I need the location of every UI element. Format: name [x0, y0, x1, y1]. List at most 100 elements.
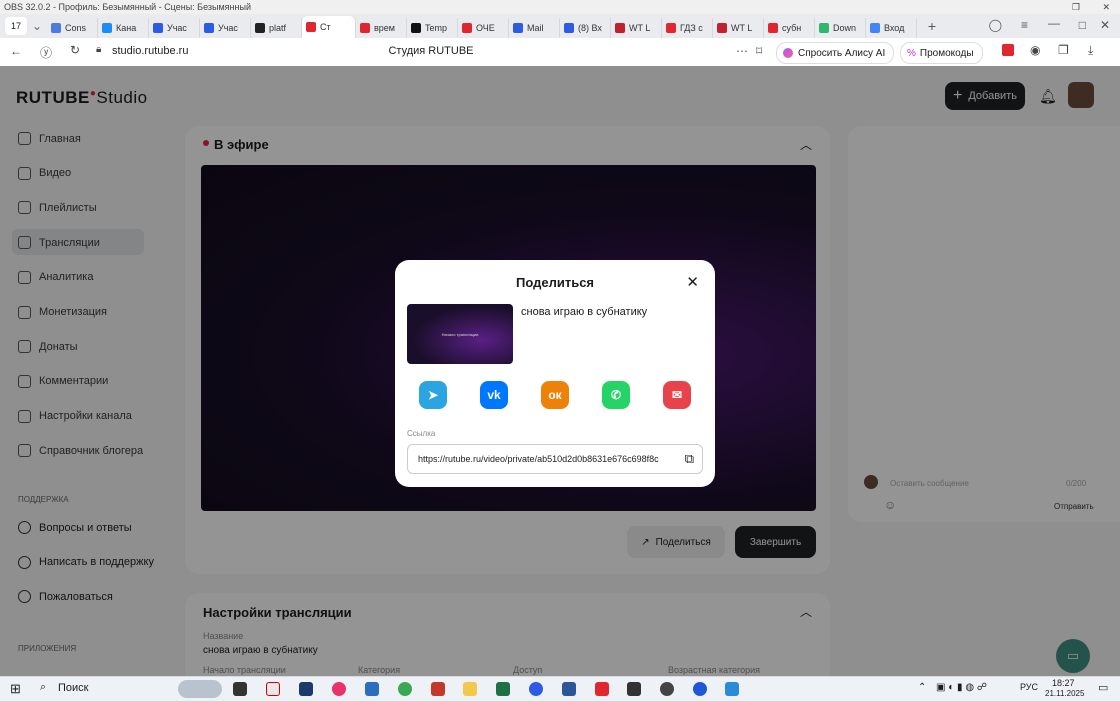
sidebar-item-9[interactable]: Справочник блогера — [18, 444, 144, 458]
clock-date[interactable]: 21.11.2025 — [1045, 689, 1084, 698]
close-modal-icon[interactable]: ✕ — [686, 273, 699, 291]
tab-8[interactable]: ОЧЕ — [458, 18, 509, 38]
sidebar-icon — [18, 270, 31, 284]
tab-label: субн — [782, 23, 802, 33]
new-tab-button[interactable]: + — [923, 17, 941, 35]
chrome-icon[interactable] — [398, 682, 412, 696]
yandex-icon[interactable] — [595, 682, 609, 696]
menu-icon[interactable]: ≡ — [1021, 18, 1028, 32]
link-value: https://rutube.ru/video/private/ab510d2d… — [418, 454, 659, 464]
taskbar-search[interactable]: Поиск — [58, 682, 88, 694]
tab-3[interactable]: Учас — [200, 18, 251, 38]
extension-icon[interactable] — [1002, 44, 1014, 56]
tab-counter[interactable]: 17 — [5, 17, 27, 35]
tab-strip: 17 ⌄ Cons Кана Учас Учас platf Ст врем Temp ОЧЕ M… — [0, 14, 1120, 38]
bookmark-icon[interactable]: ⌑ — [756, 44, 762, 58]
tab-12[interactable]: ГДЗ с — [662, 18, 713, 38]
tab-label: Down — [833, 23, 857, 33]
app-icon-3[interactable] — [365, 682, 379, 696]
sidebar-item-5[interactable]: Монетизация — [18, 305, 107, 319]
tab-label: Temp — [425, 23, 448, 33]
sidebar-item-0[interactable]: Главная — [18, 132, 81, 145]
sidebar-item-4[interactable]: Аналитика — [18, 270, 93, 284]
tab-7[interactable]: Temp — [407, 18, 458, 38]
app-icon-5[interactable] — [725, 682, 739, 696]
explorer-icon[interactable] — [463, 682, 477, 696]
tab-1[interactable]: Кана — [98, 18, 149, 38]
search-icon[interactable]: ⌕ — [40, 681, 46, 694]
tab-label: WT L — [629, 23, 651, 33]
word-icon[interactable] — [562, 682, 576, 696]
ask-alice-button[interactable]: Спросить Алису AI — [776, 42, 895, 64]
excel-icon[interactable] — [496, 682, 510, 696]
tab-label: Ст — [320, 22, 331, 32]
maximize-icon[interactable]: □ — [1079, 18, 1086, 32]
profile-icon[interactable]: ◯ — [989, 18, 1002, 32]
tab-2[interactable]: Учас — [149, 18, 200, 38]
windows-start-icon[interactable]: ⊞ — [10, 681, 21, 697]
app-icon-1[interactable] — [299, 682, 313, 696]
sidebar-item-label: Справочник блогера — [39, 444, 144, 457]
window-close-icon[interactable]: ✕ — [1100, 18, 1110, 32]
powerpoint-icon[interactable] — [431, 682, 445, 696]
tab-4[interactable]: platf — [251, 18, 302, 38]
promo-button[interactable]: % Промокоды — [900, 42, 983, 64]
obs-icon[interactable] — [660, 682, 674, 696]
restore-icon[interactable]: ❐ — [1072, 0, 1080, 14]
tab-6[interactable]: врем — [356, 18, 407, 38]
minimize-icon[interactable]: — — [1048, 16, 1060, 30]
sidebar-item-7[interactable]: Комментарии — [18, 374, 108, 388]
tab-favicon — [255, 23, 265, 33]
tab-5[interactable]: Ст — [302, 16, 356, 38]
xbox-icon[interactable] — [693, 682, 707, 696]
tab-10[interactable]: (8) Вх — [560, 18, 611, 38]
tab-15[interactable]: Down — [815, 18, 866, 38]
language-indicator[interactable]: РУС — [1020, 682, 1038, 692]
tab-favicon — [870, 23, 880, 33]
whatsapp-icon[interactable]: ✆ — [602, 381, 630, 409]
tab-favicon — [306, 22, 316, 32]
vk-icon[interactable]: vk — [480, 381, 508, 409]
download-icon[interactable]: ⤓ — [1088, 43, 1093, 58]
app-icon-2[interactable] — [332, 682, 346, 696]
tab-label: врем — [374, 23, 395, 33]
sidebar-item-3[interactable]: Трансляции — [18, 236, 100, 250]
yandex-browser-icon[interactable] — [266, 682, 280, 696]
tabs-dropdown-icon[interactable]: ⌄ — [27, 19, 47, 33]
more-icon[interactable]: ⋯ — [736, 44, 748, 58]
tab-0[interactable]: Cons — [47, 18, 98, 38]
email-icon[interactable]: ✉ — [663, 381, 691, 409]
tray-chevron-icon[interactable]: ⌃ — [918, 682, 926, 693]
task-view-icon[interactable] — [233, 682, 247, 696]
tab-label: Mail — [527, 23, 544, 33]
media-icon[interactable]: ◉ — [1030, 43, 1040, 57]
promo-label: Промокоды — [919, 47, 974, 59]
notifications-icon[interactable]: ▭ — [1098, 681, 1108, 694]
sidebar-item-label: Плейлисты — [39, 201, 97, 214]
link-field[interactable]: https://rutube.ru/video/private/ab510d2d… — [407, 444, 703, 474]
odnoklassniki-icon[interactable]: ок — [541, 381, 569, 409]
search-highlight-image — [178, 680, 222, 698]
sidebar-icon — [18, 305, 31, 319]
close-icon[interactable]: ✕ — [1102, 0, 1110, 14]
sidebar-item-8[interactable]: Настройки канала — [18, 409, 132, 423]
tab-9[interactable]: Mail — [509, 18, 560, 38]
tab-16[interactable]: Вход — [866, 18, 917, 38]
tab-13[interactable]: WT L — [713, 18, 764, 38]
tab-label: platf — [269, 23, 287, 33]
sidebar-item-1[interactable]: Видео — [18, 166, 71, 180]
app-icon-4[interactable] — [627, 682, 641, 696]
tray-icons[interactable]: ▣ ◐ ▮ ◍ ☍ — [936, 682, 987, 693]
tab-14[interactable]: субн — [764, 18, 815, 38]
sidebar-item-label: Донаты — [39, 340, 78, 353]
telegram-icon[interactable]: ➤ — [419, 381, 447, 409]
tab-11[interactable]: WT L — [611, 18, 662, 38]
collections-icon[interactable]: ❐ — [1058, 43, 1069, 57]
sidebar-item-6[interactable]: Донаты — [18, 340, 78, 354]
copy-icon[interactable]: ⧉ — [685, 451, 694, 467]
tab-favicon — [513, 23, 523, 33]
zoom-icon[interactable] — [529, 682, 543, 696]
clock-time[interactable]: 18:27 — [1052, 678, 1075, 688]
sidebar-item-2[interactable]: Плейлисты — [18, 201, 97, 215]
sidebar-icon — [18, 201, 31, 215]
